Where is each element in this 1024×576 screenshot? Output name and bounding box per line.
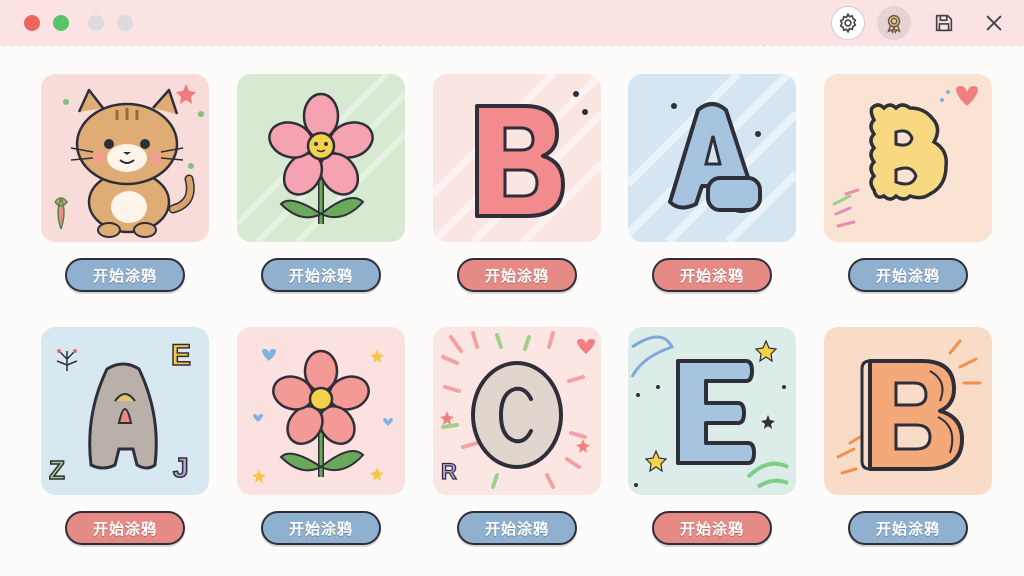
start-coloring-button[interactable]: 开始涂鸦: [261, 511, 381, 545]
start-coloring-button[interactable]: 开始涂鸦: [652, 511, 772, 545]
coloring-card-letter-a[interactable]: [628, 74, 796, 242]
close-icon: [986, 15, 1002, 31]
letter-b-yellow-illustration: [832, 86, 978, 228]
coloring-card-flower[interactable]: [237, 74, 405, 242]
decor-letter-e: E: [171, 339, 191, 372]
letter-b-orange-illustration: [836, 339, 982, 475]
start-coloring-button[interactable]: 开始涂鸦: [65, 258, 185, 292]
coloring-card-flower-pink[interactable]: [237, 327, 405, 495]
coloring-card-letter-a-fuzzy[interactable]: E Z J: [41, 327, 209, 495]
letter-c-illustration: R: [440, 331, 595, 489]
start-coloring-button[interactable]: 开始涂鸦: [457, 258, 577, 292]
coloring-card-letter-c[interactable]: R: [433, 327, 601, 495]
flower-pink-illustration: [252, 349, 393, 483]
decor-letter-j: J: [173, 452, 189, 483]
close-button[interactable]: [977, 6, 1011, 40]
coloring-card-letter-b[interactable]: [433, 74, 601, 242]
scalloped-edge: [0, 40, 1024, 47]
letter-a-illustration: [628, 74, 796, 242]
coloring-card-letter-b-yellow[interactable]: [824, 74, 992, 242]
window-maximize-dot[interactable]: [53, 15, 69, 31]
coloring-card-cat[interactable]: [41, 74, 209, 242]
coloring-card-letter-e[interactable]: [628, 327, 796, 495]
start-coloring-button[interactable]: 开始涂鸦: [261, 258, 381, 292]
gear-icon: [839, 12, 857, 34]
start-coloring-button[interactable]: 开始涂鸦: [848, 511, 968, 545]
settings-button[interactable]: [831, 6, 865, 40]
start-coloring-button[interactable]: 开始涂鸦: [65, 511, 185, 545]
decor-letter-r: R: [441, 459, 457, 484]
decor-letter-z: Z: [49, 455, 65, 485]
window-minimize-dot: [88, 15, 104, 31]
start-coloring-button[interactable]: 开始涂鸦: [652, 258, 772, 292]
badge-icon: [887, 14, 901, 34]
letter-b-illustration: [433, 74, 601, 242]
start-coloring-button[interactable]: 开始涂鸦: [457, 511, 577, 545]
flower-illustration: [237, 74, 405, 242]
window-fullscreen-dot: [117, 15, 133, 31]
letter-a-fuzzy-illustration: E Z J: [48, 338, 192, 486]
cat-illustration: [54, 84, 204, 238]
save-button[interactable]: [927, 6, 961, 40]
letter-e-illustration: [630, 335, 789, 489]
title-bar: [0, 0, 1024, 44]
window-close-dot[interactable]: [24, 15, 40, 31]
achievements-button[interactable]: [877, 6, 911, 40]
save-icon: [935, 14, 953, 32]
start-coloring-button[interactable]: 开始涂鸦: [848, 258, 968, 292]
coloring-card-letter-b-orange[interactable]: [824, 327, 992, 495]
